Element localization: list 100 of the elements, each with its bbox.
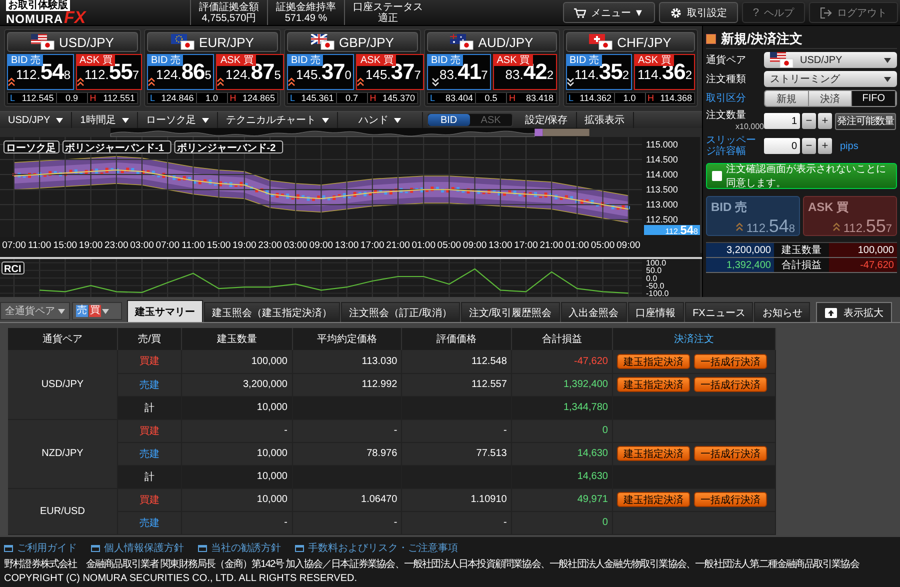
segment-option[interactable]: FIFO (852, 91, 896, 106)
tab[interactable]: 口座情報 (628, 302, 684, 322)
logout-icon (820, 6, 832, 18)
price-label: BID 売 (288, 55, 324, 66)
table-cell: - (182, 511, 292, 534)
dropdown-field[interactable]: USD/JPY (764, 52, 897, 68)
plus-button[interactable]: + (818, 138, 832, 154)
plus-button[interactable]: + (818, 113, 832, 129)
settle-button[interactable]: 一括成行決済 (694, 354, 767, 369)
time-axis-label: 01:00 (412, 240, 436, 251)
summary-value: 100,000 (858, 245, 894, 256)
tab[interactable]: 建玉照会（建玉指定決済） (204, 302, 340, 322)
settle-button[interactable]: 一括成行決済 (694, 446, 767, 461)
caret-icon (394, 118, 402, 122)
max-quantity-button[interactable]: 発注可能数量 (835, 112, 896, 130)
low-label: L (568, 93, 575, 103)
rci-axis-label: -100.0 (646, 289, 669, 297)
buy-icon: 買 (89, 305, 101, 317)
table-cell: - (292, 511, 402, 534)
footer-link[interactable]: 個人情報保護方針 (91, 541, 184, 555)
settle-button[interactable]: 建玉指定決済 (616, 377, 690, 392)
dropdown-field[interactable]: ストリーミング (764, 71, 897, 87)
time-axis-label: 07:00 (2, 240, 26, 251)
field-label: 通貨ペア (706, 54, 747, 66)
field-label[interactable]: 取引区分 (706, 93, 764, 104)
field-label[interactable]: スリッページ許容幅 (706, 135, 764, 157)
tab[interactable]: 注文照会（訂正/取消） (341, 302, 460, 322)
table-cell: 買建 (117, 419, 182, 442)
low-price: 114.362 (578, 93, 613, 103)
footer-link[interactable]: 手数料およびリスク・ご注意事項 (295, 541, 458, 555)
legend-chip[interactable]: ボリンジャーバンド-1 (62, 140, 172, 154)
tab[interactable]: 注文/取引履歴照会 (460, 302, 560, 322)
settle-button[interactable]: 一括成行決済 (694, 492, 767, 507)
ask-price-box[interactable]: ASK 買 83.422 (492, 54, 556, 90)
segment-option[interactable]: 決済 (808, 91, 852, 106)
tab[interactable]: 入出金照会 (560, 302, 627, 322)
minus-button[interactable]: − (802, 138, 816, 154)
quantity-field[interactable]: 0 (764, 138, 800, 154)
time-axis-label: 03:00 (130, 240, 154, 251)
legend-chip[interactable]: RCI (2, 262, 24, 275)
settle-button[interactable]: 建玉指定決済 (616, 446, 690, 461)
question-mark-icon: ? (752, 6, 759, 18)
settle-button[interactable]: 一括成行決済 (694, 377, 767, 392)
table-cell: 49,971 (511, 488, 612, 511)
rci-axis-label: 50.0 (646, 266, 662, 276)
time-axis-label: 21:00 (540, 240, 564, 251)
tab[interactable]: FXニュース (684, 302, 754, 322)
currency-pair-button[interactable]: AUD/JPY (427, 32, 556, 52)
summary-label: 建玉数量 (774, 243, 829, 257)
copyright-text: COPYRIGHT (C) NOMURA SECURITIES CO., LTD. ALL RIGHTS RESERVED. (4, 573, 358, 584)
footer-link[interactable]: 当社の勧誘方針 (198, 541, 281, 555)
legend-chip[interactable]: ローソク足 (4, 140, 60, 154)
time-axis-label: 17:00 (514, 240, 538, 251)
legend-chip[interactable]: ボリンジャーバンド-2 (174, 140, 284, 154)
footer-link[interactable]: ご利用ガイド (4, 541, 77, 555)
time-axis-label: 11:00 (182, 240, 205, 251)
column-header: 売/買 (117, 328, 182, 350)
toggle-option[interactable]: BID (428, 114, 470, 126)
table-cell: NZD/JPY (8, 419, 118, 488)
table-cell: - (292, 419, 402, 442)
company-info-text: 野村證券株式会社 金融商品取引業者 関東財務局長（金商）第142号 加入協会／日本証券業協会、一般社団法人日本投資顧問業協会、一般社団法人金融先物取引業協会、一般社団法人第二種金融商品取引業協会 (4, 558, 859, 571)
table-cell: - (182, 419, 292, 442)
high-price: 145.370 (381, 93, 416, 103)
skip-confirmation-checkbox[interactable]: 注文確認画面が表示されないことに同意します。 (706, 163, 897, 189)
quantity-field[interactable]: 1 (764, 113, 800, 129)
currency-pair-button[interactable]: USD/JPY (7, 32, 138, 52)
header-button[interactable]: 取引設定 (658, 2, 738, 23)
bid-ask-toggle[interactable]: BID ASK (426, 113, 513, 127)
table-cell: 113.030 (292, 350, 402, 373)
tab[interactable]: 建玉サマリー (127, 300, 203, 322)
side-filter-dropdown[interactable]: 売 買 (72, 302, 122, 320)
settle-button[interactable]: 建玉指定決済 (616, 492, 690, 507)
currency-pair-button[interactable]: CHF/JPY (566, 32, 695, 52)
window-icon (295, 544, 304, 552)
toolbar-dropdown[interactable]: USD/JPY (0, 112, 72, 128)
bid-order-button[interactable]: BID 売 112.548 (706, 196, 800, 236)
sell-icon: 売 (76, 305, 88, 317)
expand-view-button[interactable]: 表示拡大 (816, 302, 892, 322)
table-cell: 売建 (117, 442, 182, 465)
currency-pair-button[interactable]: EUR/JPY (147, 32, 278, 52)
table-cell: 0 (511, 419, 612, 442)
ask-order-button[interactable]: ASK 買 112.557 (803, 196, 897, 236)
segment-option[interactable]: 新規 (765, 91, 809, 106)
rci-axis-label: 0.0 (646, 274, 658, 283)
column-header: 合計損益 (511, 328, 612, 350)
table-cell: 1,344,780 (511, 396, 612, 419)
pair-filter-dropdown[interactable]: 全通貨ペア (0, 302, 70, 320)
table-cell: 3,200,000 (182, 373, 292, 396)
tab[interactable]: お知らせ (754, 302, 810, 322)
price-label: BID 売 (566, 55, 602, 66)
order-side-label: BID 売 (711, 199, 748, 216)
header-button[interactable]: メニュー ▼ (563, 2, 655, 23)
table-cell: - (402, 419, 512, 442)
settings-icon (670, 6, 682, 18)
minus-button[interactable]: − (802, 113, 816, 129)
low-price: 124.846 (160, 93, 195, 103)
currency-pair-button[interactable]: GBP/JPY (287, 32, 418, 52)
summary-value: 3,200,000 (726, 245, 771, 256)
settle-button[interactable]: 建玉指定決済 (616, 354, 690, 369)
checkbox[interactable] (712, 171, 722, 181)
